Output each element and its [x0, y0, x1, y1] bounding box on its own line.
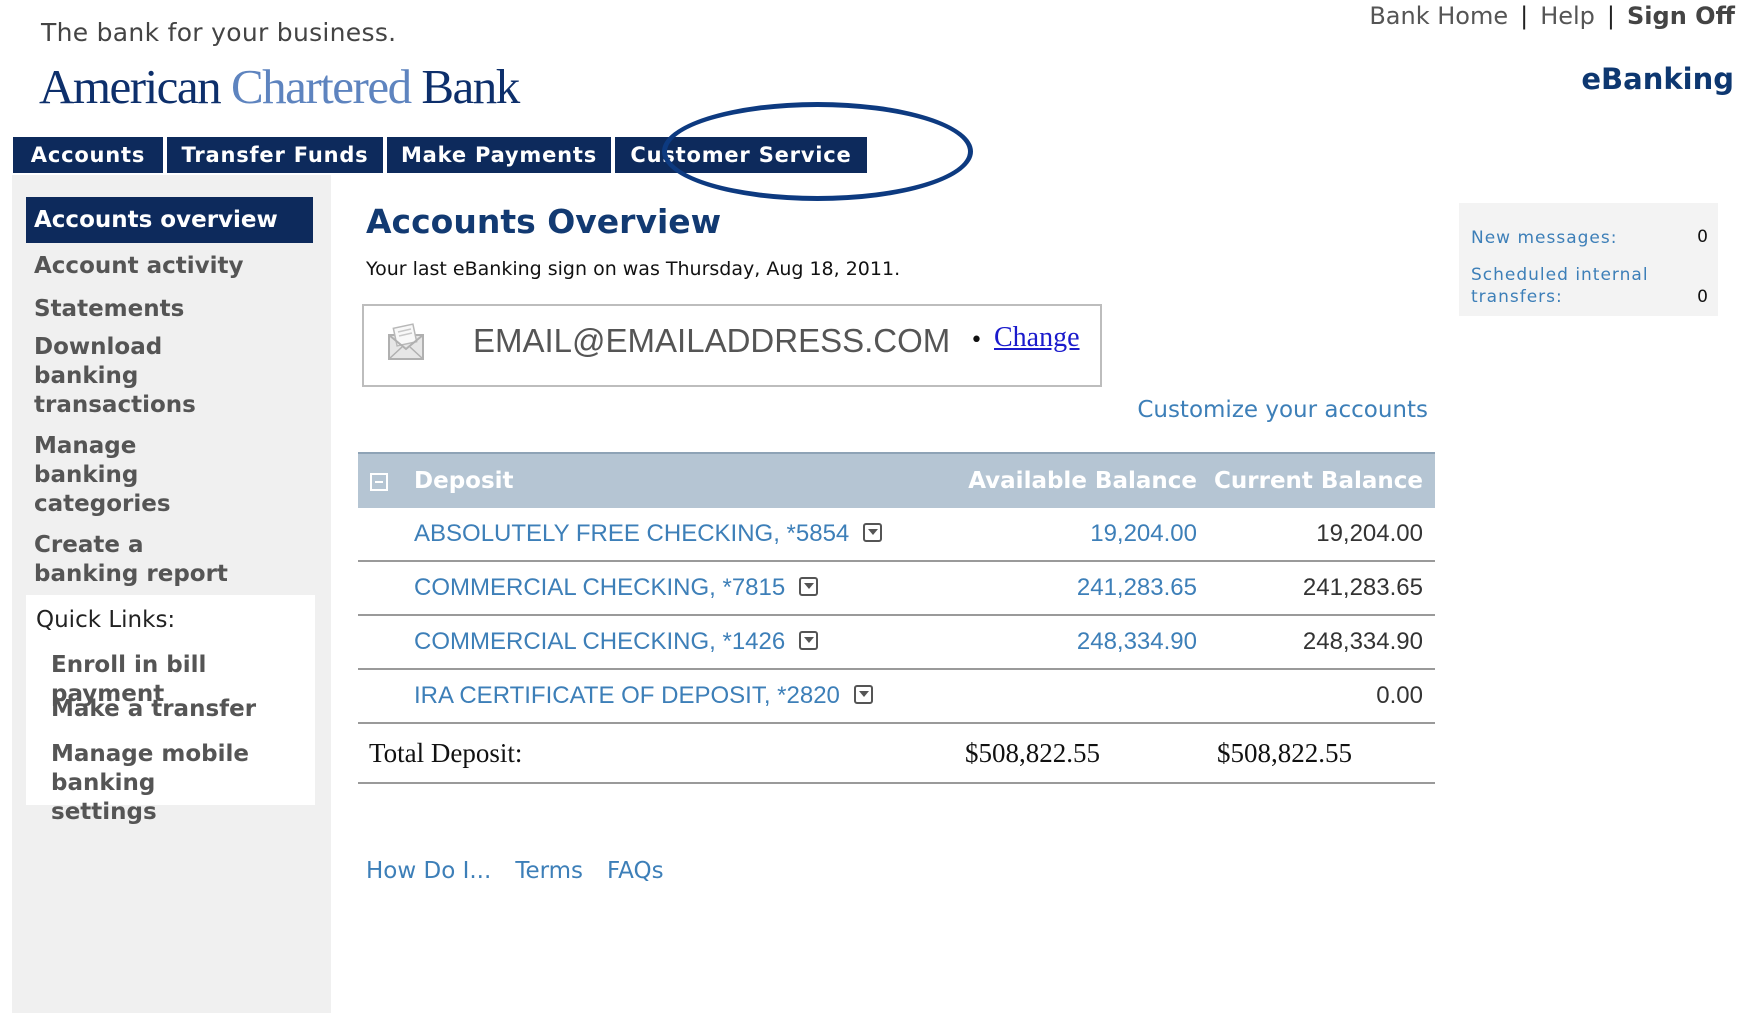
sidebar-item-statements[interactable]: Statements: [26, 289, 313, 329]
account-name[interactable]: COMMERCIAL CHECKING, *7815: [414, 574, 785, 601]
quick-link-make-transfer[interactable]: Make a transfer: [51, 695, 256, 724]
terms-link[interactable]: Terms: [515, 858, 583, 884]
scheduled-label-line2[interactable]: transfers:: [1471, 286, 1649, 308]
faqs-link[interactable]: FAQs: [607, 858, 664, 884]
available-balance-link[interactable]: 248,334.90: [1077, 628, 1197, 656]
separator: |: [1520, 2, 1529, 30]
table-row: IRA CERTIFICATE OF DEPOSIT, *2820 0.00: [358, 670, 1435, 724]
collapse-icon[interactable]: [370, 473, 388, 491]
table-row: COMMERCIAL CHECKING, *1426 248,334.90 24…: [358, 616, 1435, 670]
tagline: The bank for your business.: [41, 18, 397, 47]
sidebar-item-create-report[interactable]: Create a banking report: [26, 531, 242, 589]
total-label: Total Deposit:: [369, 738, 523, 768]
current-balance: 0.00: [1376, 682, 1423, 709]
envelope-icon: [388, 323, 424, 360]
new-messages-count: 0: [1697, 227, 1708, 247]
page-title: Accounts Overview: [366, 202, 722, 241]
sign-off-link[interactable]: Sign Off: [1627, 2, 1735, 30]
available-balance-link[interactable]: 241,283.65: [1077, 574, 1197, 602]
footer-links: How Do I... Terms FAQs: [366, 858, 688, 884]
account-link[interactable]: IRA CERTIFICATE OF DEPOSIT, *2820: [414, 682, 873, 710]
logo-word-bank: Bank: [421, 59, 520, 114]
current-balance: 248,334.90: [1302, 628, 1423, 655]
sidebar-item-download-transactions[interactable]: Download banking transactions: [26, 333, 257, 420]
header-deposit: Deposit: [414, 468, 514, 494]
last-signon-text: Your last eBanking sign on was Thursday,…: [366, 258, 901, 280]
new-messages-link[interactable]: New messages:: [1471, 227, 1617, 249]
help-link[interactable]: Help: [1540, 2, 1595, 30]
tab-make-payments[interactable]: Make Payments: [387, 137, 611, 173]
header-available-balance: Available Balance: [968, 468, 1197, 494]
top-links: Bank Home | Help | Sign Off: [1369, 2, 1735, 30]
table-header: Deposit Available Balance Current Balanc…: [358, 452, 1435, 508]
dropdown-icon[interactable]: [799, 577, 819, 596]
dropdown-icon[interactable]: [853, 685, 873, 704]
scheduled-transfers-link[interactable]: Scheduled internal transfers:: [1471, 264, 1649, 308]
separator: |: [1606, 2, 1616, 30]
total-current: $508,822.55: [1217, 738, 1352, 768]
header-current-balance: Current Balance: [1214, 468, 1423, 494]
sidebar-item-account-activity[interactable]: Account activity: [26, 243, 313, 289]
dropdown-icon[interactable]: [863, 523, 883, 542]
email-box: EMAIL@EMAILADDRESS.COM • Change: [362, 304, 1102, 387]
account-name[interactable]: ABSOLUTELY FREE CHECKING, *5854: [414, 520, 849, 547]
tab-accounts[interactable]: Accounts: [13, 137, 163, 173]
total-row: Total Deposit: $508,822.55 $508,822.55: [358, 724, 1435, 784]
how-do-i-link[interactable]: How Do I...: [366, 858, 491, 884]
table-row: COMMERCIAL CHECKING, *7815 241,283.65 24…: [358, 562, 1435, 616]
quick-links-panel: Quick Links: Enroll in bill payment Make…: [26, 595, 315, 825]
quick-link-mobile-settings[interactable]: Manage mobile banking settings: [51, 740, 251, 827]
account-name[interactable]: COMMERCIAL CHECKING, *1426: [414, 628, 785, 655]
change-email-link[interactable]: Change: [994, 322, 1080, 354]
scheduled-label-line1[interactable]: Scheduled internal: [1471, 264, 1649, 286]
sidebar-menu: Accounts overview Account activity State…: [26, 197, 313, 589]
table-row: ABSOLUTELY FREE CHECKING, *5854 19,204.0…: [358, 508, 1435, 562]
current-balance: 241,283.65: [1302, 574, 1423, 601]
account-name[interactable]: IRA CERTIFICATE OF DEPOSIT, *2820: [414, 682, 840, 709]
available-balance-link[interactable]: 19,204.00: [1090, 520, 1197, 548]
account-link[interactable]: COMMERCIAL CHECKING, *1426: [414, 628, 819, 656]
logo-word-chartered: Chartered: [230, 59, 412, 114]
bullet: •: [970, 328, 983, 353]
current-balance: 19,204.00: [1316, 520, 1423, 547]
deposit-accounts-table: Deposit Available Balance Current Balanc…: [358, 452, 1435, 784]
customize-accounts-link[interactable]: Customize your accounts: [1137, 397, 1428, 423]
ebanking-label: eBanking: [1581, 62, 1734, 96]
quick-links-title: Quick Links:: [36, 607, 176, 633]
tab-transfer-funds[interactable]: Transfer Funds: [167, 137, 383, 173]
sidebar-item-manage-categories[interactable]: Manage banking categories: [26, 432, 242, 519]
bank-logo[interactable]: American Chartered Bank: [39, 58, 520, 115]
sidebar-item-accounts-overview[interactable]: Accounts overview: [26, 197, 313, 243]
email-address: EMAIL@EMAILADDRESS.COM: [473, 322, 951, 359]
account-link[interactable]: ABSOLUTELY FREE CHECKING, *5854: [414, 520, 883, 548]
logo-word-american: American: [39, 59, 222, 114]
total-available: $508,822.55: [965, 738, 1100, 768]
tab-customer-service[interactable]: Customer Service: [615, 137, 867, 173]
account-link[interactable]: COMMERCIAL CHECKING, *7815: [414, 574, 819, 602]
dropdown-icon[interactable]: [799, 631, 819, 650]
messages-panel: New messages: 0 Scheduled internal trans…: [1459, 203, 1718, 316]
bank-home-link[interactable]: Bank Home: [1369, 2, 1508, 30]
scheduled-transfers-count: 0: [1697, 287, 1708, 307]
